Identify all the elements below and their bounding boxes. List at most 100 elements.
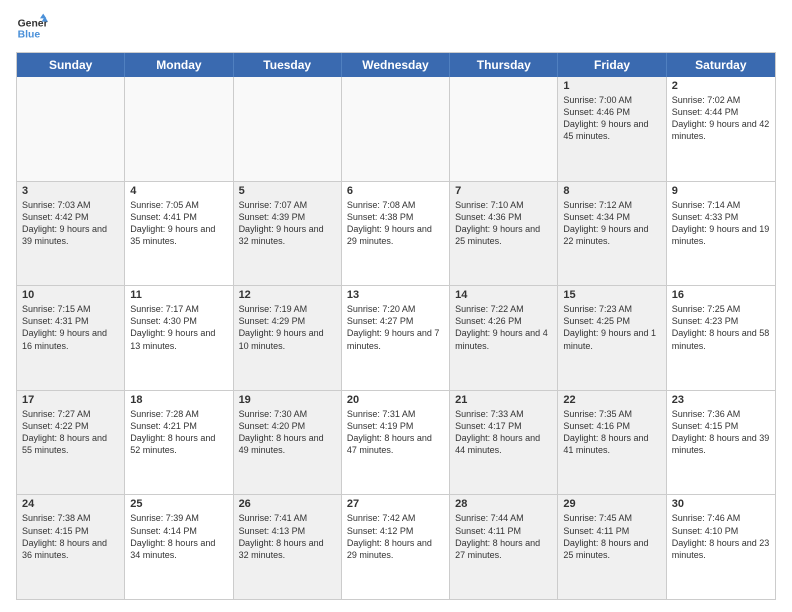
calendar-body: 1 Sunrise: 7:00 AM Sunset: 4:46 PM Daylig… — [17, 77, 775, 599]
weekday-header: Saturday — [667, 53, 775, 77]
day-number: 18 — [130, 394, 227, 406]
calendar-cell: 11 Sunrise: 7:17 AM Sunset: 4:30 PM Dayli… — [125, 286, 233, 390]
day-number: 29 — [563, 498, 660, 510]
weekday-header: Friday — [558, 53, 666, 77]
day-info: Sunrise: 7:19 AM Sunset: 4:29 PM Dayligh… — [239, 303, 336, 352]
calendar-cell: 21Sunrise: 7:33 AM Sunset: 4:17 PM Dayli… — [450, 391, 558, 495]
header: General Blue — [16, 12, 776, 44]
day-number: 15 — [563, 289, 660, 301]
day-info: Sunrise: 7:27 AM Sunset: 4:22 PM Dayligh… — [22, 408, 119, 457]
day-info: Sunrise: 7:05 AM Sunset: 4:41 PM Dayligh… — [130, 199, 227, 248]
day-number: 23 — [672, 394, 770, 406]
calendar-cell: 4Sunrise: 7:05 AM Sunset: 4:41 PM Daylig… — [125, 182, 233, 286]
page: General Blue SundayMondayTuesdayWednesda… — [0, 0, 792, 612]
calendar-cell: 27 Sunrise: 7:42 AM Sunset: 4:12 PM Dayli… — [342, 495, 450, 599]
calendar: SundayMondayTuesdayWednesdayThursdayFrid… — [16, 52, 776, 600]
weekday-header: Wednesday — [342, 53, 450, 77]
day-info: Sunrise: 7:30 AM Sunset: 4:20 PM Dayligh… — [239, 408, 336, 457]
calendar-row: 24 Sunrise: 7:38 AM Sunset: 4:15 PM Dayli… — [17, 495, 775, 599]
weekday-header: Tuesday — [234, 53, 342, 77]
day-info: Sunrise: 7:38 AM Sunset: 4:15 PM Dayligh… — [22, 512, 119, 561]
calendar-cell: 25Sunrise: 7:39 AM Sunset: 4:14 PM Dayli… — [125, 495, 233, 599]
day-info: Sunrise: 7:42 AM Sunset: 4:12 PM Dayligh… — [347, 512, 444, 561]
calendar-header: SundayMondayTuesdayWednesdayThursdayFrid… — [17, 53, 775, 77]
day-number: 20 — [347, 394, 444, 406]
day-number: 8 — [563, 185, 660, 197]
day-info: Sunrise: 7:31 AM Sunset: 4:19 PM Dayligh… — [347, 408, 444, 457]
weekday-header: Thursday — [450, 53, 558, 77]
calendar-cell: 8Sunrise: 7:12 AM Sunset: 4:34 PM Daylig… — [558, 182, 666, 286]
day-info: Sunrise: 7:25 AM Sunset: 4:23 PM Dayligh… — [672, 303, 770, 352]
day-info: Sunrise: 7:36 AM Sunset: 4:15 PM Dayligh… — [672, 408, 770, 457]
day-number: 12 — [239, 289, 336, 301]
calendar-cell: 30Sunrise: 7:46 AM Sunset: 4:10 PM Dayli… — [667, 495, 775, 599]
day-number: 24 — [22, 498, 119, 510]
calendar-row: 1 Sunrise: 7:00 AM Sunset: 4:46 PM Daylig… — [17, 77, 775, 182]
calendar-cell: 6 Sunrise: 7:08 AM Sunset: 4:38 PM Daylig… — [342, 182, 450, 286]
day-number: 13 — [347, 289, 444, 301]
day-info: Sunrise: 7:08 AM Sunset: 4:38 PM Dayligh… — [347, 199, 444, 248]
day-number: 6 — [347, 185, 444, 197]
calendar-cell: 29Sunrise: 7:45 AM Sunset: 4:11 PM Dayli… — [558, 495, 666, 599]
logo-icon: General Blue — [16, 12, 48, 44]
calendar-cell: 28 Sunrise: 7:44 AM Sunset: 4:11 PM Dayli… — [450, 495, 558, 599]
day-info: Sunrise: 7:23 AM Sunset: 4:25 PM Dayligh… — [563, 303, 660, 352]
calendar-cell: 20 Sunrise: 7:31 AM Sunset: 4:19 PM Dayli… — [342, 391, 450, 495]
calendar-cell: 14 Sunrise: 7:22 AM Sunset: 4:26 PM Dayli… — [450, 286, 558, 390]
calendar-cell — [234, 77, 342, 181]
calendar-cell: 19Sunrise: 7:30 AM Sunset: 4:20 PM Dayli… — [234, 391, 342, 495]
day-info: Sunrise: 7:10 AM Sunset: 4:36 PM Dayligh… — [455, 199, 552, 248]
day-number: 25 — [130, 498, 227, 510]
day-info: Sunrise: 7:44 AM Sunset: 4:11 PM Dayligh… — [455, 512, 552, 561]
day-number: 28 — [455, 498, 552, 510]
day-info: Sunrise: 7:03 AM Sunset: 4:42 PM Dayligh… — [22, 199, 119, 248]
day-number: 30 — [672, 498, 770, 510]
day-number: 1 — [563, 80, 660, 92]
calendar-cell: 24 Sunrise: 7:38 AM Sunset: 4:15 PM Dayli… — [17, 495, 125, 599]
logo: General Blue — [16, 12, 48, 44]
day-number: 9 — [672, 185, 770, 197]
calendar-row: 3 Sunrise: 7:03 AM Sunset: 4:42 PM Daylig… — [17, 182, 775, 287]
calendar-cell: 15 Sunrise: 7:23 AM Sunset: 4:25 PM Dayli… — [558, 286, 666, 390]
day-info: Sunrise: 7:00 AM Sunset: 4:46 PM Dayligh… — [563, 94, 660, 143]
day-number: 22 — [563, 394, 660, 406]
day-number: 11 — [130, 289, 227, 301]
day-number: 17 — [22, 394, 119, 406]
calendar-cell: 18 Sunrise: 7:28 AM Sunset: 4:21 PM Dayli… — [125, 391, 233, 495]
calendar-cell: 2Sunrise: 7:02 AM Sunset: 4:44 PM Daylig… — [667, 77, 775, 181]
day-info: Sunrise: 7:15 AM Sunset: 4:31 PM Dayligh… — [22, 303, 119, 352]
calendar-cell: 22 Sunrise: 7:35 AM Sunset: 4:16 PM Dayli… — [558, 391, 666, 495]
calendar-cell: 5 Sunrise: 7:07 AM Sunset: 4:39 PM Daylig… — [234, 182, 342, 286]
weekday-header: Sunday — [17, 53, 125, 77]
day-number: 27 — [347, 498, 444, 510]
calendar-row: 17 Sunrise: 7:27 AM Sunset: 4:22 PM Dayli… — [17, 391, 775, 496]
day-info: Sunrise: 7:07 AM Sunset: 4:39 PM Dayligh… — [239, 199, 336, 248]
weekday-header: Monday — [125, 53, 233, 77]
day-info: Sunrise: 7:20 AM Sunset: 4:27 PM Dayligh… — [347, 303, 444, 352]
calendar-cell: 26Sunrise: 7:41 AM Sunset: 4:13 PM Dayli… — [234, 495, 342, 599]
day-number: 14 — [455, 289, 552, 301]
svg-text:Blue: Blue — [18, 30, 41, 41]
day-number: 5 — [239, 185, 336, 197]
calendar-cell: 7 Sunrise: 7:10 AM Sunset: 4:36 PM Daylig… — [450, 182, 558, 286]
day-number: 21 — [455, 394, 552, 406]
calendar-cell: 12 Sunrise: 7:19 AM Sunset: 4:29 PM Dayli… — [234, 286, 342, 390]
calendar-cell: 16 Sunrise: 7:25 AM Sunset: 4:23 PM Dayli… — [667, 286, 775, 390]
calendar-cell — [450, 77, 558, 181]
day-info: Sunrise: 7:28 AM Sunset: 4:21 PM Dayligh… — [130, 408, 227, 457]
calendar-cell — [125, 77, 233, 181]
day-number: 3 — [22, 185, 119, 197]
day-info: Sunrise: 7:17 AM Sunset: 4:30 PM Dayligh… — [130, 303, 227, 352]
calendar-cell: 9 Sunrise: 7:14 AM Sunset: 4:33 PM Daylig… — [667, 182, 775, 286]
day-info: Sunrise: 7:14 AM Sunset: 4:33 PM Dayligh… — [672, 199, 770, 248]
calendar-row: 10 Sunrise: 7:15 AM Sunset: 4:31 PM Dayli… — [17, 286, 775, 391]
day-info: Sunrise: 7:22 AM Sunset: 4:26 PM Dayligh… — [455, 303, 552, 352]
calendar-cell: 1 Sunrise: 7:00 AM Sunset: 4:46 PM Daylig… — [558, 77, 666, 181]
day-number: 7 — [455, 185, 552, 197]
day-number: 26 — [239, 498, 336, 510]
calendar-cell: 3 Sunrise: 7:03 AM Sunset: 4:42 PM Daylig… — [17, 182, 125, 286]
day-info: Sunrise: 7:35 AM Sunset: 4:16 PM Dayligh… — [563, 408, 660, 457]
day-number: 16 — [672, 289, 770, 301]
calendar-cell — [17, 77, 125, 181]
day-number: 10 — [22, 289, 119, 301]
